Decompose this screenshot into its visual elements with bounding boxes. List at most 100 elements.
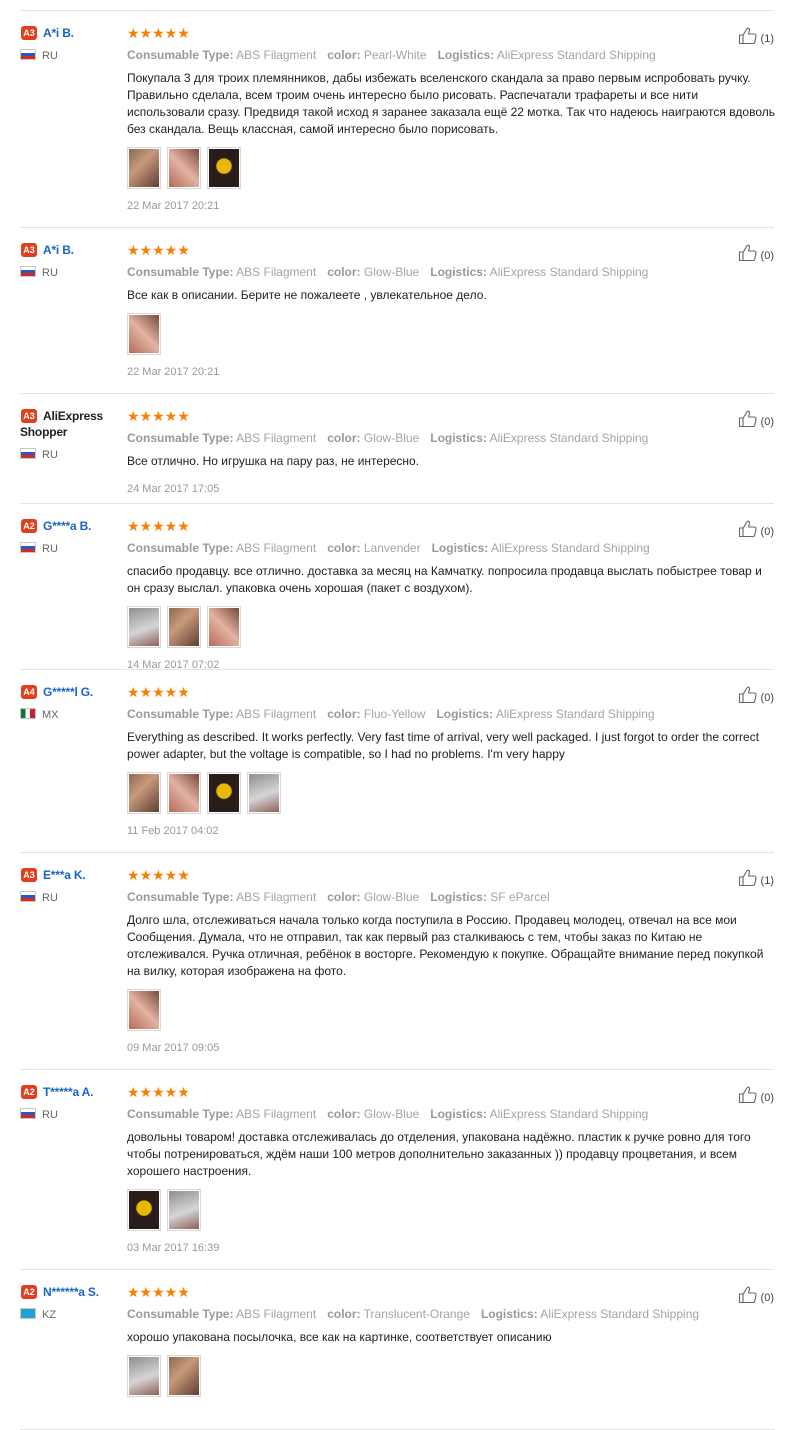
country-flag-icon	[20, 266, 36, 277]
review-date: 22 Mar 2017 20:21	[127, 200, 220, 212]
buyer-level-badge: A4	[21, 685, 37, 699]
logistics-value: AliExpress Standard Shipping	[540, 1307, 700, 1321]
helpful-button[interactable]: (1)	[738, 27, 774, 47]
reviewer-country: RU	[20, 266, 120, 280]
color-label: color:	[327, 48, 361, 62]
consumable-type-label: Consumable Type:	[127, 1307, 234, 1321]
logistics-label: Logistics:	[431, 541, 489, 555]
reviewer-name[interactable]: E***a K.	[43, 868, 86, 882]
photo-thumbnail[interactable]	[127, 989, 161, 1031]
color-label: color:	[327, 431, 361, 445]
photo-image	[129, 774, 159, 812]
country-code: KZ	[42, 1309, 57, 1321]
star-rating: ★★★★★	[127, 408, 190, 424]
photo-thumbnail[interactable]	[167, 772, 201, 814]
order-attributes: Consumable Type: ABS Filagment color: Pea…	[127, 47, 677, 63]
photo-thumbnail[interactable]	[247, 772, 281, 814]
country-code: RU	[42, 50, 58, 62]
photo-image	[249, 774, 279, 812]
logistics-value: AliExpress Standard Shipping	[489, 265, 649, 279]
country-flag-icon	[20, 708, 36, 719]
logistics-value: SF eParcel	[490, 890, 550, 904]
helpful-button[interactable]: (0)	[738, 1086, 774, 1106]
star-rating: ★★★★★	[127, 25, 190, 41]
photo-thumbnail[interactable]	[127, 313, 161, 355]
helpful-button[interactable]: (0)	[738, 410, 774, 430]
consumable-type-value: ABS Filagment	[236, 48, 317, 62]
photo-image	[169, 1191, 199, 1229]
helpful-button[interactable]: (0)	[738, 520, 774, 540]
reviewer-name[interactable]: G****a B.	[43, 519, 91, 533]
country-code: RU	[42, 543, 58, 555]
review-date: 03 Mar 2017 16:39	[127, 1242, 220, 1254]
consumable-type-label: Consumable Type:	[127, 541, 234, 555]
reviewer-name[interactable]: A*i B.	[43, 26, 74, 40]
reviewer-country: RU	[20, 448, 120, 462]
thumbs-up-icon[interactable]	[738, 244, 761, 262]
photo-image	[129, 991, 159, 1029]
country-flag-icon	[20, 49, 36, 60]
photo-image	[169, 149, 199, 187]
reviewer-name[interactable]: N******a S.	[43, 1285, 99, 1299]
color-value: Glow-Blue	[363, 431, 420, 445]
reviewer-name-line: A3 AliExpress Shopper	[20, 408, 120, 440]
helpful-count: (0)	[760, 526, 774, 538]
helpful-button[interactable]: (0)	[738, 1286, 774, 1306]
review-item: A3 E***a K. RU ★★★★★ Consumable Type: ABS Fi…	[20, 853, 774, 1070]
photo-thumbnail[interactable]	[127, 1355, 161, 1397]
logistics-label: Logistics:	[437, 48, 495, 62]
reviewer-name[interactable]: G*****l G.	[43, 685, 93, 699]
photo-thumbnail[interactable]	[207, 147, 241, 189]
helpful-button[interactable]: (0)	[738, 244, 774, 264]
thumbs-up-icon[interactable]	[738, 27, 761, 45]
star-rating: ★★★★★	[127, 684, 190, 700]
color-value: Translucent-Orange	[363, 1307, 470, 1321]
review-text: Everything as described. It works perfec…	[127, 730, 760, 761]
consumable-type-value: ABS Filagment	[236, 541, 317, 555]
order-attributes: Consumable Type: ABS Filagment color: Glo…	[127, 430, 677, 446]
review-content: ★★★★★ Consumable Type: ABS Filagment color…	[127, 1084, 751, 1255]
buyer-level-badge: A3	[21, 868, 37, 882]
buyer-level-badge: A3	[21, 26, 37, 40]
color-value: Lanvender	[363, 541, 421, 555]
logistics-value: AliExpress Standard Shipping	[495, 707, 655, 721]
helpful-count: (0)	[760, 416, 774, 428]
reviewer-info: A4 G*****l G. MX	[20, 684, 120, 722]
reviewer-name[interactable]: T*****a A.	[43, 1085, 93, 1099]
thumbs-up-icon[interactable]	[738, 686, 761, 704]
helpful-button[interactable]: (1)	[738, 869, 774, 889]
photo-image	[169, 608, 199, 646]
review-photos	[127, 606, 677, 648]
country-flag-icon	[20, 1108, 36, 1119]
thumbs-up-icon[interactable]	[738, 1286, 761, 1304]
consumable-type-value: ABS Filagment	[236, 707, 317, 721]
review-content: ★★★★★ Consumable Type: ABS Filagment color…	[127, 1284, 699, 1397]
reviewer-country: RU	[20, 542, 120, 556]
photo-thumbnail[interactable]	[127, 606, 161, 648]
thumbs-up-icon[interactable]	[738, 869, 761, 887]
photo-thumbnail[interactable]	[207, 606, 241, 648]
photo-thumbnail[interactable]	[127, 772, 161, 814]
photo-thumbnail[interactable]	[167, 147, 201, 189]
review-content: ★★★★★ Consumable Type: ABS Filagment color…	[127, 408, 677, 496]
helpful-button[interactable]: (0)	[738, 686, 774, 706]
photo-thumbnail[interactable]	[167, 606, 201, 648]
photo-thumbnail[interactable]	[127, 1189, 161, 1231]
review-content: ★★★★★ Consumable Type: ABS Filagment color…	[127, 684, 759, 838]
logistics-label: Logistics:	[430, 1107, 487, 1121]
helpful-count: (0)	[760, 1292, 774, 1304]
country-flag-icon	[20, 448, 36, 459]
thumbs-up-icon[interactable]	[738, 1086, 761, 1104]
review-photos	[127, 313, 677, 355]
photo-thumbnail[interactable]	[167, 1189, 201, 1231]
thumbs-up-icon[interactable]	[738, 410, 761, 428]
photo-thumbnail[interactable]	[207, 772, 241, 814]
photo-thumbnail[interactable]	[167, 1355, 201, 1397]
photo-thumbnail[interactable]	[127, 147, 161, 189]
review-text: Покупала 3 для троих племянников, дабы и…	[127, 71, 776, 136]
order-attributes: Consumable Type: ABS Filagment color: Glo…	[127, 889, 677, 905]
reviewer-name[interactable]: A*i B.	[43, 243, 74, 257]
thumbs-up-icon[interactable]	[738, 520, 761, 538]
country-code: RU	[42, 1109, 58, 1121]
review-item: A2 N******a S. KZ ★★★★★ Consumable Type: ABS…	[20, 1270, 774, 1430]
